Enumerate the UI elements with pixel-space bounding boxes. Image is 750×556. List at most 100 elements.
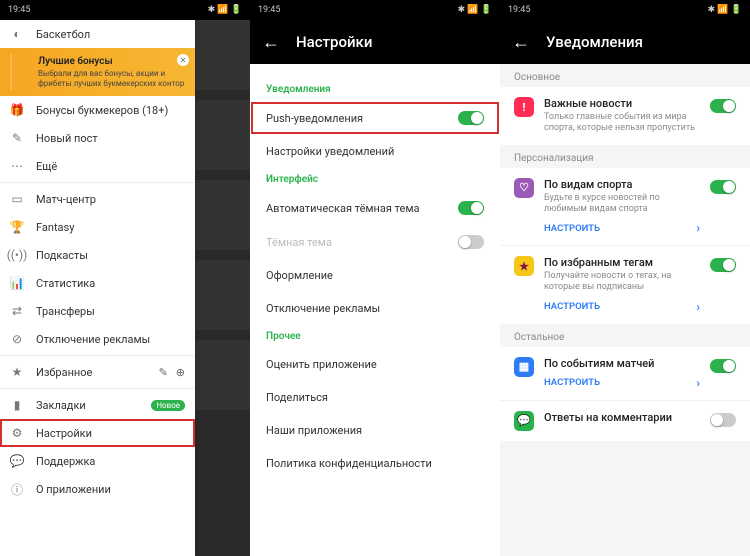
nav-item-bookmaker-bonuses[interactable]: 🎁 Бонусы букмекеров (18+) <box>0 96 195 124</box>
row-auto-dark-theme[interactable]: Автоматическая тёмная тема <box>250 191 500 225</box>
status-bar: 19:45 ✱ 📶 🔋 <box>250 0 500 20</box>
back-icon[interactable]: ← <box>512 32 530 53</box>
row-label: Тёмная тема <box>266 236 332 249</box>
nav-item-ads-off[interactable]: ⊘ Отключение рекламы <box>0 325 195 353</box>
nav-item-fantasy[interactable]: 🏆 Fantasy <box>0 213 195 241</box>
nav-item-podcasts[interactable]: ((•)) Подкасты <box>0 241 195 269</box>
nav-label: Матч-центр <box>36 193 96 206</box>
nav-label: Fantasy <box>36 221 74 234</box>
card-subtitle: Только главные события из мира спорта, к… <box>544 112 700 135</box>
card-important-news[interactable]: ! Важные новости Только главные события … <box>500 87 750 145</box>
row-label: Оформление <box>266 269 333 282</box>
status-time: 19:45 <box>8 5 30 15</box>
nav-label: Избранное <box>36 366 92 379</box>
chat-icon: 💬 <box>514 411 534 431</box>
toggle-switch[interactable] <box>710 359 736 373</box>
bonus-title: Лучшие бонусы <box>38 56 185 67</box>
row-share[interactable]: Поделиться <box>250 381 500 414</box>
toggle-switch[interactable] <box>710 413 736 427</box>
star-icon: ★ <box>514 256 534 276</box>
row-label: Отключение рекламы <box>266 302 380 315</box>
nav-item-bookmarks[interactable]: ▮ Закладки Новое <box>0 391 195 419</box>
back-icon[interactable]: ← <box>262 32 280 53</box>
toggle-switch[interactable] <box>710 180 736 194</box>
row-label: Автоматическая тёмная тема <box>266 202 419 215</box>
nav-item-match-center[interactable]: ▭ Матч-центр <box>0 185 195 213</box>
row-label: Push-уведомления <box>266 112 363 125</box>
transfer-icon: ⇄ <box>10 304 24 318</box>
chart-icon: 📊 <box>10 276 24 290</box>
card-match-events[interactable]: ▦ По событиям матчей НАСТРОИТЬ › <box>500 347 750 400</box>
row-our-apps[interactable]: Наши приложения <box>250 414 500 447</box>
gift-icon: 🎁 <box>10 103 24 117</box>
add-icon[interactable]: ⊕ <box>176 366 185 379</box>
section-notifications: Уведомления <box>250 78 500 101</box>
configure-link[interactable]: НАСТРОИТЬ › <box>544 221 700 235</box>
flame-icon: ! <box>514 97 534 117</box>
configure-link[interactable]: НАСТРОИТЬ › <box>544 300 700 314</box>
bonus-banner[interactable]: ✕ Лучшие бонусы Выбрали для вас бонусы, … <box>0 48 195 96</box>
toggle-switch[interactable] <box>458 111 484 125</box>
app-bar: ← Уведомления <box>500 20 750 64</box>
wheat-icon <box>4 54 28 94</box>
row-push-notifications[interactable]: Push-уведомления <box>250 101 500 135</box>
status-icons: ✱ 📶 🔋 <box>708 5 742 15</box>
nav-item-support[interactable]: 💬 Поддержка <box>0 447 195 475</box>
star-icon: ★ <box>10 365 24 379</box>
nav-label: Поддержка <box>36 455 95 468</box>
nav-item-new-post[interactable]: ✎ Новый пост <box>0 124 195 152</box>
row-rate-app[interactable]: Оценить приложение <box>250 348 500 381</box>
row-design[interactable]: Оформление <box>250 259 500 292</box>
nav-item-more[interactable]: ⋯ Ещё <box>0 152 195 180</box>
chevron-right-icon: › <box>696 300 700 314</box>
page-title: Настройки <box>296 33 372 51</box>
row-ads-off[interactable]: Отключение рекламы <box>250 292 500 325</box>
nav-item-favorites[interactable]: ★ Избранное ✎ ⊕ <box>0 358 195 386</box>
card-by-tags[interactable]: ★ По избранным тегам Получайте новости о… <box>500 245 750 324</box>
nav-item-stats[interactable]: 📊 Статистика <box>0 269 195 297</box>
row-dark-theme: Тёмная тема <box>250 225 500 259</box>
page-title: Уведомления <box>546 33 643 51</box>
calendar-icon: ▭ <box>10 192 24 206</box>
card-title: По избранным тегам <box>544 256 700 269</box>
nav-label: Баскетбол <box>36 28 90 41</box>
card-subtitle: Получайте новости о тегах, на которые вы… <box>544 271 700 294</box>
trophy-icon: 🏆 <box>10 220 24 234</box>
card-comment-replies[interactable]: 💬 Ответы на комментарии <box>500 400 750 441</box>
nav-label: Ещё <box>36 160 57 173</box>
toggle-switch[interactable] <box>710 99 736 113</box>
status-time: 19:45 <box>508 5 530 15</box>
nav-item-basketball[interactable]: ◐ Баскетбол <box>0 20 195 48</box>
row-privacy[interactable]: Политика конфиденциальности <box>250 447 500 480</box>
edit-icon[interactable]: ✎ <box>159 366 168 379</box>
toggle-switch[interactable] <box>458 201 484 215</box>
nav-label: Статистика <box>36 277 95 290</box>
nav-item-about[interactable]: ⓘ О приложении <box>0 475 195 503</box>
row-label: Политика конфиденциальности <box>266 457 432 470</box>
row-label: Поделиться <box>266 391 328 404</box>
calendar-icon: ▦ <box>514 357 534 377</box>
row-notification-settings[interactable]: Настройки уведомлений <box>250 135 500 168</box>
chevron-right-icon: › <box>696 376 700 390</box>
section-main: Основное <box>500 64 750 87</box>
close-icon[interactable]: ✕ <box>177 54 189 66</box>
nav-drawer: ◐ Баскетбол ✕ Лучшие бонусы Выбрали для … <box>0 20 195 556</box>
configure-link[interactable]: НАСТРОИТЬ › <box>544 376 700 390</box>
nav-item-transfers[interactable]: ⇄ Трансферы <box>0 297 195 325</box>
nav-label: Отключение рекламы <box>36 333 150 346</box>
row-label: Настройки уведомлений <box>266 145 394 158</box>
card-by-sport[interactable]: ♡ По видам спорта Будьте в курсе новосте… <box>500 168 750 246</box>
info-icon: ⓘ <box>10 482 24 496</box>
no-ads-icon: ⊘ <box>10 332 24 346</box>
toggle-switch[interactable] <box>710 258 736 272</box>
nav-label: О приложении <box>36 483 111 496</box>
nav-label: Подкасты <box>36 249 88 262</box>
nav-label: Закладки <box>36 399 86 412</box>
status-bar: 19:45 ✱ 📶 🔋 <box>500 0 750 20</box>
app-bar: ← Настройки <box>250 20 500 64</box>
divider <box>0 388 195 389</box>
nav-item-settings[interactable]: ⚙ Настройки <box>0 419 195 447</box>
status-icons: ✱ 📶 🔋 <box>208 5 242 15</box>
bonus-subtitle: Выбрали для вас бонусы, акции и фрибеты … <box>38 69 185 88</box>
section-other: Прочее <box>250 325 500 348</box>
